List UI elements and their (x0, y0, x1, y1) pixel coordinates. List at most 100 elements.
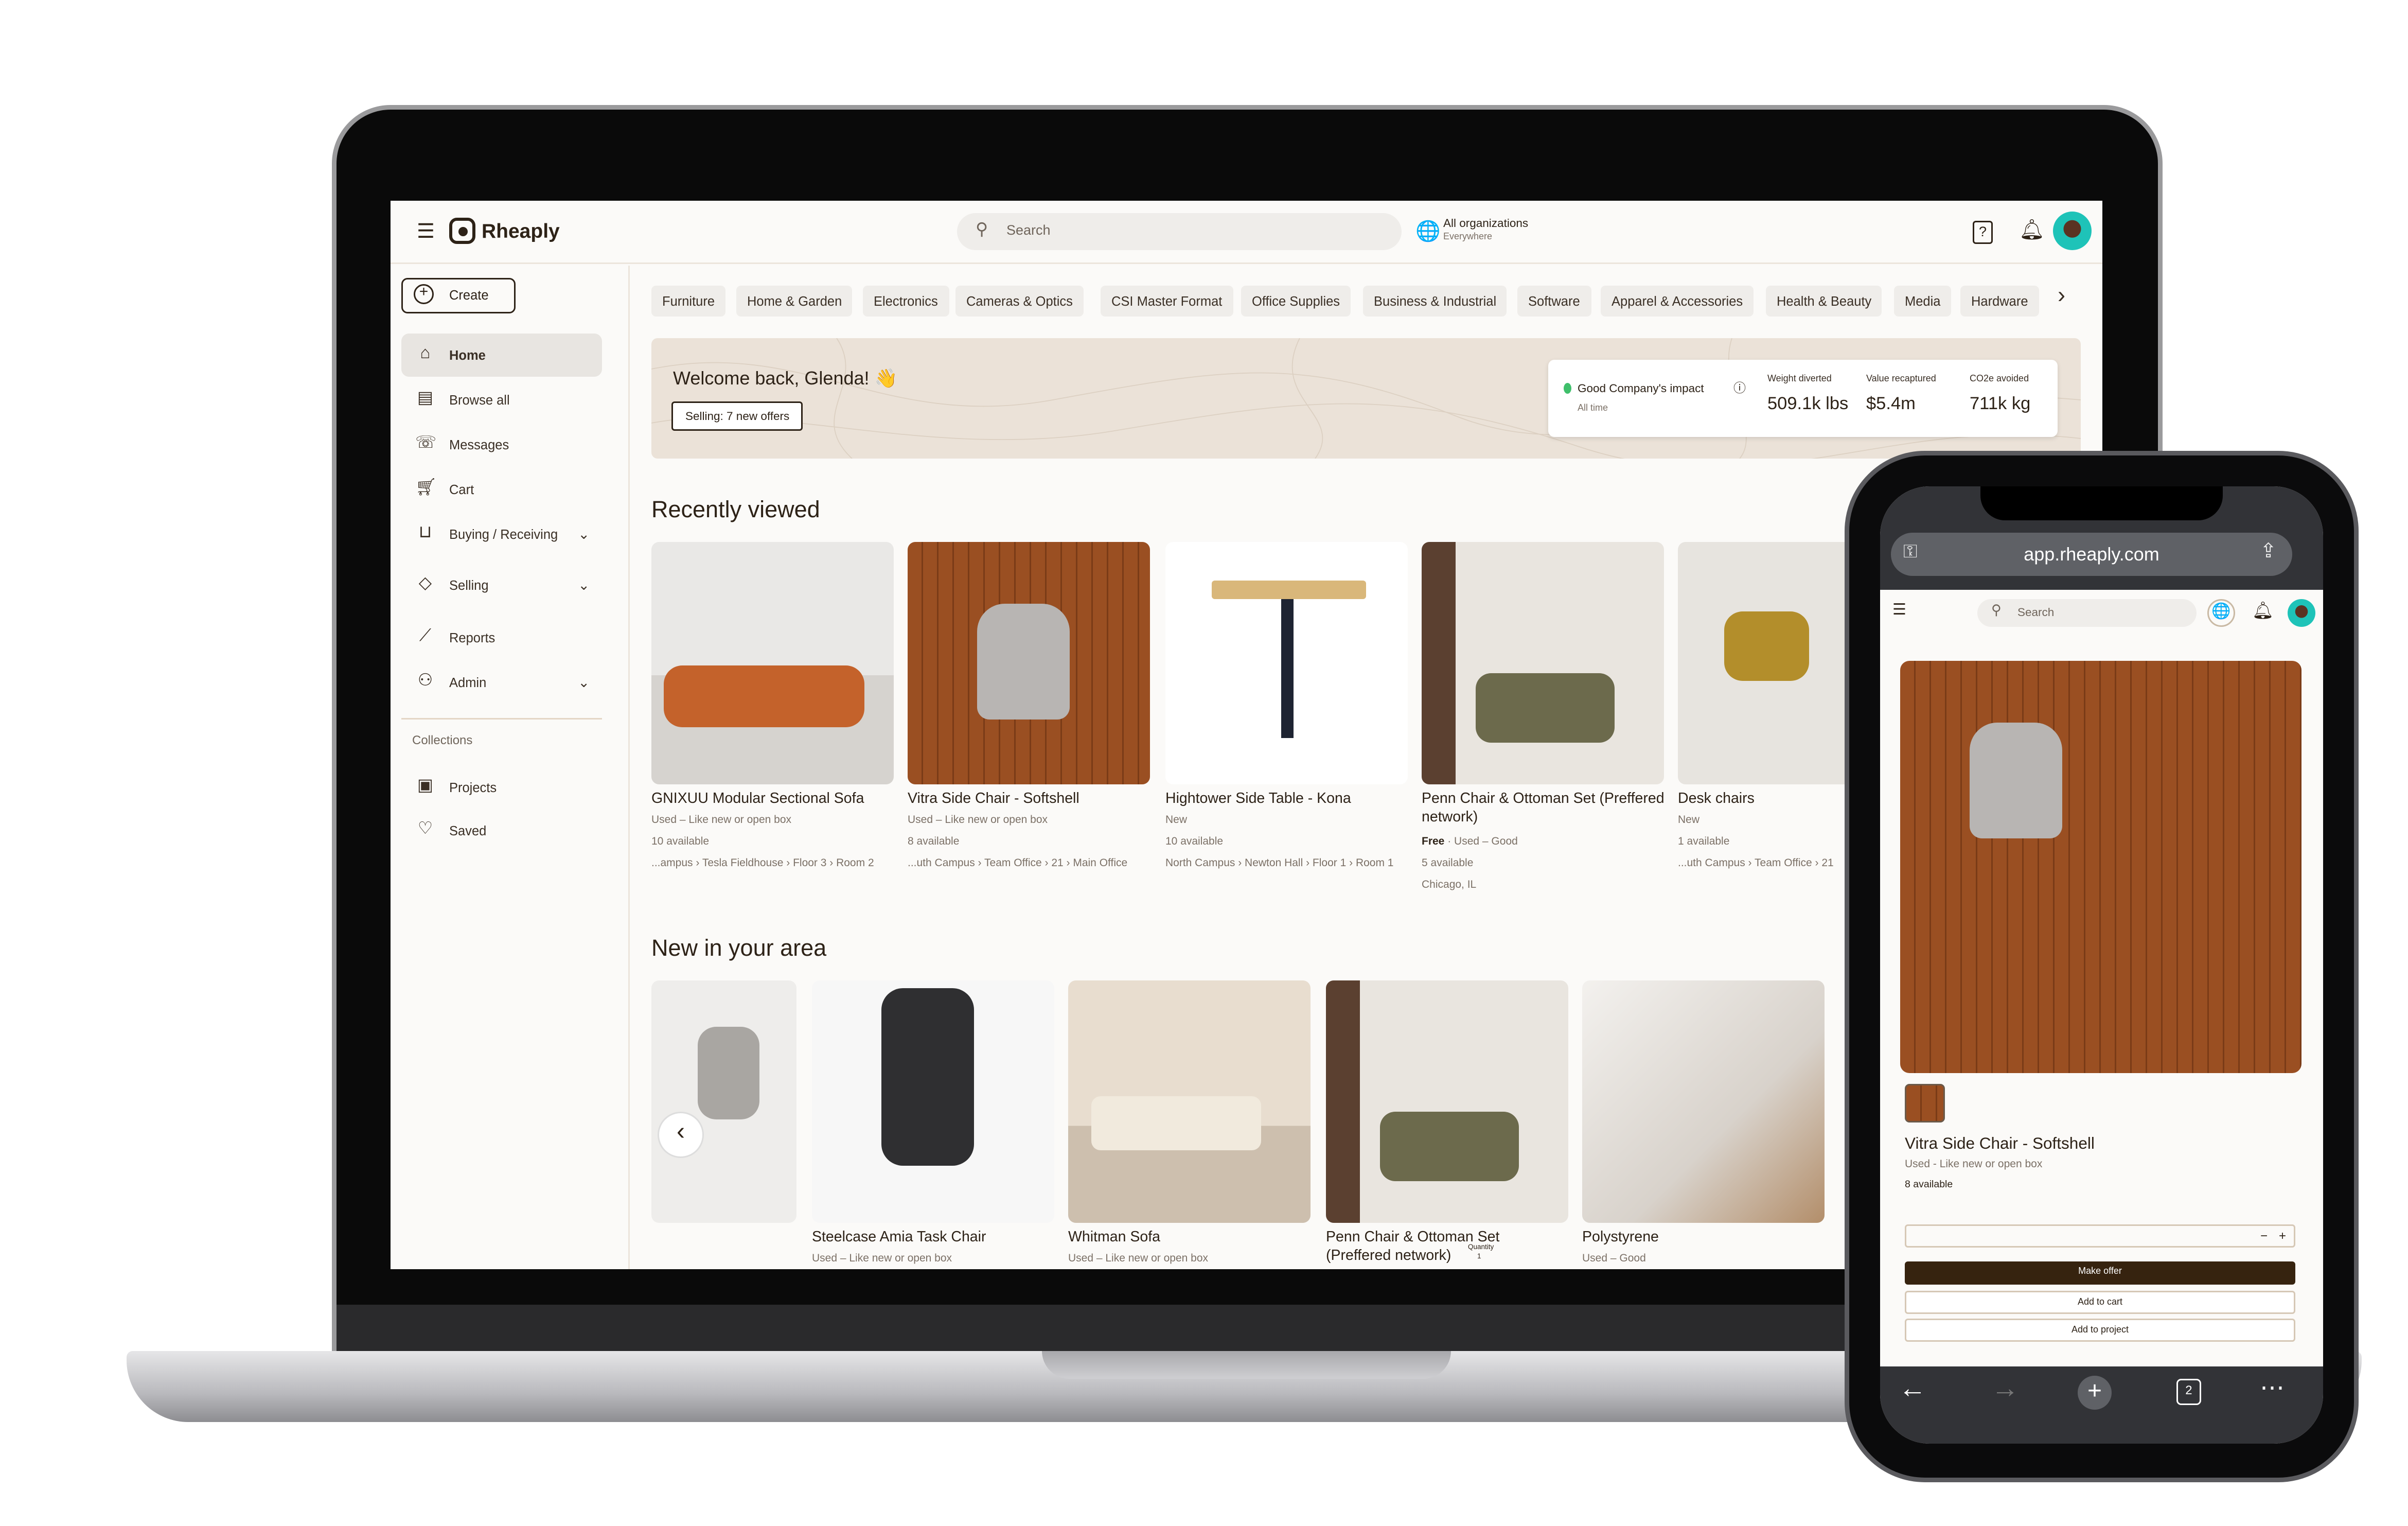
tag-icon: ◇ (418, 574, 432, 593)
create-button[interactable]: + Create (401, 278, 516, 313)
add-to-project-button[interactable]: Add to project (1905, 1319, 2295, 1342)
product-title[interactable]: GNIXUU Modular Sectional Sofa (651, 791, 898, 809)
product-image[interactable] (1165, 542, 1408, 784)
chevron-down-icon[interactable]: ⌄ (578, 513, 590, 556)
quantity-label: Quantity (1468, 1243, 1494, 1251)
product-meta: Chicago, IL (1422, 880, 1477, 891)
sidebar-item-home[interactable]: ⌂ Home (401, 334, 602, 377)
category-chip[interactable]: Office Supplies (1241, 286, 1351, 317)
more-icon[interactable]: ⋯ (2260, 1373, 2285, 1404)
globe-icon[interactable]: 🌐 (2207, 599, 2235, 627)
add-to-cart-button[interactable]: Add to cart (1905, 1291, 2295, 1314)
tabs-button[interactable]: 2 (2176, 1379, 2201, 1405)
product-image[interactable] (908, 542, 1150, 784)
chat-icon: ☏ (415, 434, 437, 452)
product-meta: 10 available (651, 837, 710, 848)
decrement-button[interactable]: − (2260, 1229, 2268, 1243)
category-chip[interactable]: Business & Industrial (1363, 286, 1508, 317)
product-title[interactable]: Hightower Side Table - Kona (1165, 791, 1412, 809)
bell-icon[interactable]: 🔔︎ (2252, 601, 2274, 621)
avatar[interactable] (2288, 599, 2315, 627)
product-image[interactable] (1068, 980, 1311, 1223)
menu-icon[interactable]: ☰ (1892, 602, 1906, 619)
globe-icon[interactable]: 🌐 (1415, 219, 1441, 244)
product-thumbnail[interactable] (1905, 1084, 1945, 1122)
product-image[interactable] (651, 980, 796, 1223)
increment-button[interactable]: + (2279, 1229, 2286, 1243)
product-price: Free (1422, 837, 1445, 848)
category-chip[interactable]: CSI Master Format (1101, 286, 1233, 317)
quantity-stepper[interactable]: − + (1905, 1224, 2295, 1248)
make-offer-button[interactable]: Make offer (1905, 1261, 2295, 1285)
collection-item-saved[interactable]: ♡ Saved (401, 809, 602, 852)
product-title[interactable]: Steelcase Amia Task Chair (812, 1229, 1013, 1248)
sidebar-item-cart[interactable]: 🛒︎ Cart (401, 468, 602, 511)
product-title[interactable]: Penn Chair & Ottoman Set (Preffered netw… (1326, 1229, 1527, 1266)
collection-label: Projects (449, 780, 497, 795)
category-chip[interactable]: Media (1894, 286, 1952, 317)
sidebar-item-label: Buying / Receiving (449, 527, 558, 542)
sidebar-item-label: Messages (449, 437, 509, 452)
metric-value: $5.4m (1866, 395, 1916, 414)
product-image[interactable] (1422, 542, 1664, 784)
product-image[interactable] (1900, 661, 2301, 1073)
chevron-down-icon[interactable]: ⌄ (578, 661, 590, 704)
header-divider (391, 262, 2102, 264)
product-title[interactable]: Whitman Sofa (1068, 1229, 1269, 1248)
carousel-prev-button[interactable]: ‹ (658, 1112, 704, 1158)
category-chip[interactable]: Cameras & Optics (955, 286, 1084, 317)
product-meta: Used – Like new or open box (1068, 1254, 1209, 1265)
product-title[interactable]: Polystyrene (1582, 1229, 1783, 1248)
category-chip[interactable]: Health & Beauty (1766, 286, 1883, 317)
product-image[interactable] (812, 980, 1054, 1223)
sidebar-item-reports[interactable]: ⟋ Reports (401, 616, 602, 659)
sidebar-item-admin[interactable]: ⚇ Admin ⌄ (401, 661, 602, 704)
product-title[interactable]: Penn Chair & Ottoman Set (Preffered netw… (1422, 791, 1669, 828)
metric-label: CO2e avoided (1970, 375, 2029, 384)
selling-offers-button[interactable]: Selling: 7 new offers (671, 401, 804, 431)
product-image[interactable] (1582, 980, 1825, 1223)
new-tab-icon[interactable]: + (2078, 1376, 2112, 1410)
product-title[interactable]: Vitra Side Chair - Softshell (908, 791, 1155, 809)
home-icon: ⌂ (420, 344, 431, 363)
metric-label: Weight diverted (1767, 375, 1832, 384)
welcome-banner: Welcome back, Glenda! 👋 Selling: 7 new o… (651, 338, 2081, 459)
address-bar[interactable]: ⚿ app.rheaply.com ⇪ (1891, 533, 2292, 576)
product-condition: Used - Like new or open box (1905, 1160, 2043, 1170)
share-icon[interactable]: ⇪ (2260, 539, 2277, 564)
category-chip[interactable]: Furniture (651, 286, 726, 317)
search-input[interactable]: ⚲ Search (957, 213, 1402, 250)
info-icon[interactable]: ⓘ (1733, 380, 1746, 397)
sidebar-item-selling[interactable]: ◇ Selling ⌄ (401, 564, 602, 607)
category-chip[interactable]: Hardware (1960, 286, 2039, 317)
impact-title: Good Company's impact (1578, 381, 1704, 395)
avatar[interactable] (2053, 212, 2092, 250)
product-condition: · Used – Good (1444, 837, 1518, 848)
product-price-line: Free · Used – Good (1422, 837, 1518, 848)
menu-icon[interactable]: ☰ (417, 219, 435, 244)
search-input[interactable]: ⚲ Search (1977, 599, 2197, 627)
sidebar-item-messages[interactable]: ☏ Messages (401, 423, 602, 466)
rheaply-logo-icon (449, 218, 475, 244)
product-image[interactable] (1326, 980, 1568, 1223)
bell-icon[interactable]: 🔔︎ (2019, 218, 2045, 242)
category-chip[interactable]: Electronics (863, 286, 949, 317)
category-chip[interactable]: Apparel & Accessories (1601, 286, 1754, 317)
forward-icon[interactable]: → (1991, 1373, 2019, 1405)
category-chip[interactable]: Software (1517, 286, 1591, 317)
mobile-app: ⚿ app.rheaply.com ⇪ ☰ ⚲ Search 🌐 🔔︎ Vitr… (1880, 486, 2323, 1444)
product-image[interactable] (651, 542, 894, 784)
chevron-right-icon[interactable]: › (2058, 283, 2065, 309)
chevron-down-icon[interactable]: ⌄ (578, 564, 590, 607)
back-icon[interactable]: ← (1899, 1373, 1926, 1405)
org-selector[interactable]: All organizations (1443, 216, 1528, 230)
browser-bottom-bar: ← → + 2 ⋯ (1880, 1366, 2323, 1444)
sidebar-item-browse-all[interactable]: ▤ Browse all (401, 378, 602, 422)
welcome-heading: Welcome back, Glenda! 👋 (673, 367, 898, 389)
product-meta: Used – Good (1582, 1254, 1646, 1265)
collection-item-projects[interactable]: ▣ Projects (401, 766, 602, 809)
product-meta: New (1165, 815, 1188, 826)
sidebar-item-buying-receiving[interactable]: ⊔ Buying / Receiving ⌄ (401, 513, 602, 556)
category-chip[interactable]: Home & Garden (736, 286, 853, 317)
help-icon[interactable]: ? (1973, 221, 1993, 244)
